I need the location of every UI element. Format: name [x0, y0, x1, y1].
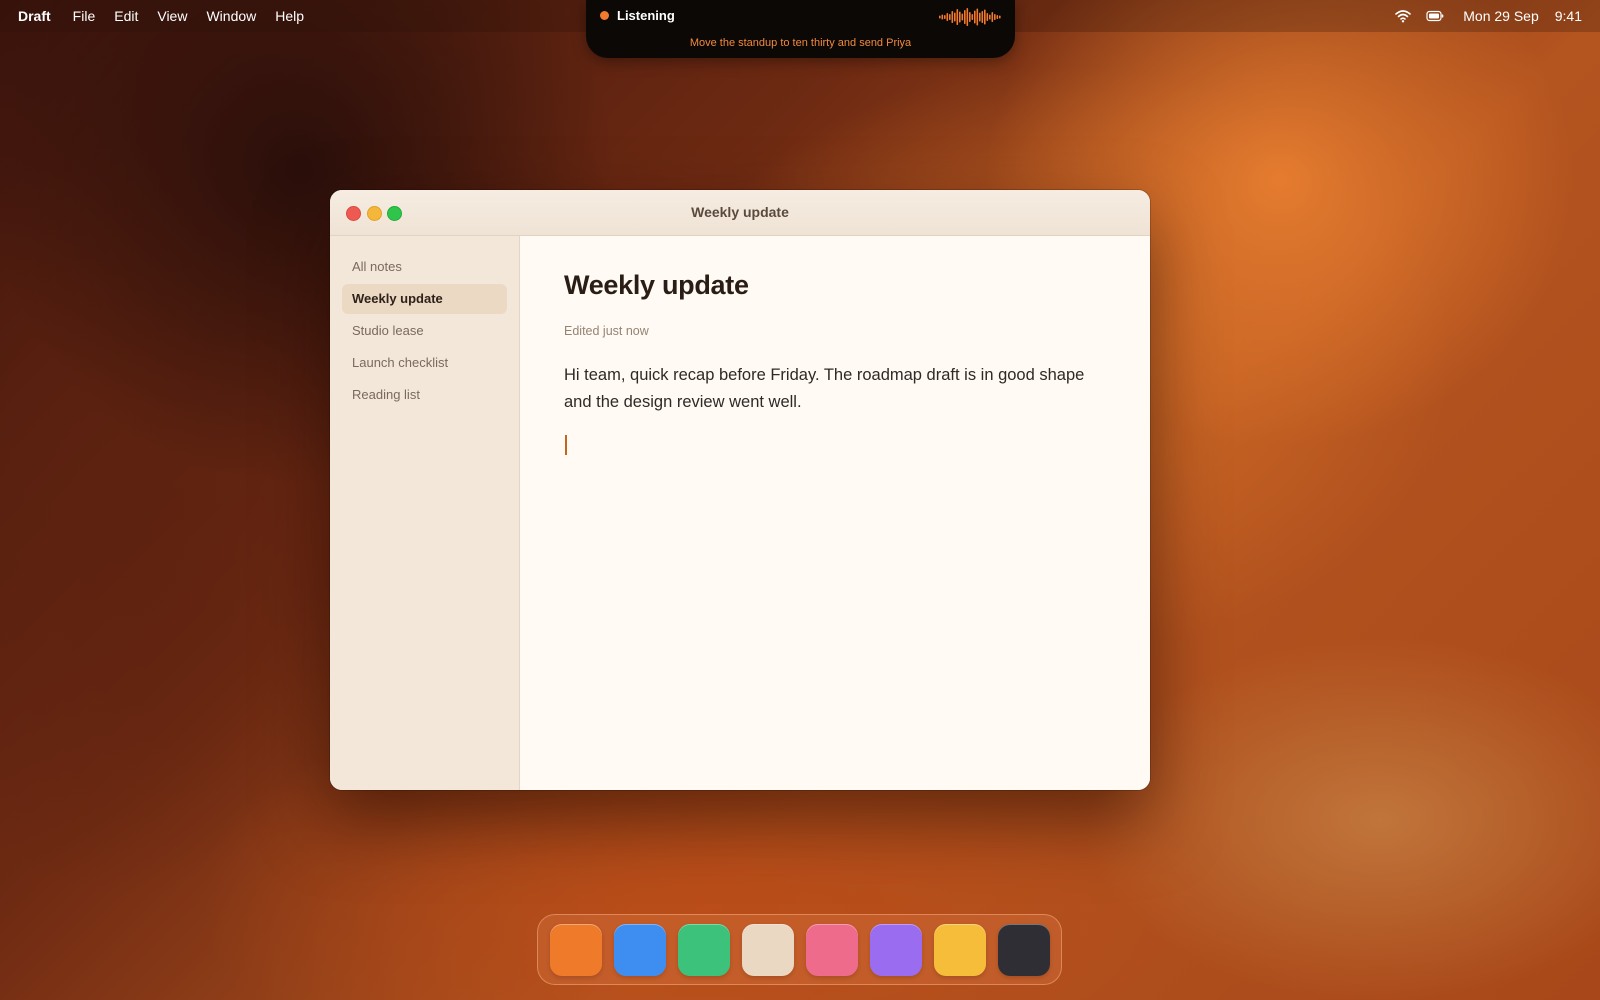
waveform-bar	[961, 13, 964, 21]
menu-edit[interactable]: Edit	[114, 8, 138, 24]
waveform-bar	[994, 14, 996, 20]
wifi-icon[interactable]	[1393, 6, 1413, 26]
menu-file[interactable]: File	[73, 8, 96, 24]
recording-dot-icon	[600, 11, 609, 20]
text-caret	[565, 435, 567, 455]
menu-bar-date[interactable]: Mon 29 Sep	[1463, 8, 1539, 24]
waveform-bar	[949, 14, 951, 20]
sidebar-item-launch-checklist[interactable]: Launch checklist	[342, 348, 507, 378]
waveform-bar	[979, 12, 981, 22]
waveform-bar	[954, 12, 956, 22]
minimize-button[interactable]	[367, 206, 382, 221]
waveform-bar	[956, 9, 959, 25]
zoom-button[interactable]	[387, 206, 402, 221]
menu-window[interactable]: Window	[206, 8, 256, 24]
waveform-bar	[944, 15, 946, 19]
waveform-bar	[959, 11, 961, 23]
yellow-app-icon[interactable]	[934, 924, 986, 976]
dark-app-icon[interactable]	[998, 924, 1050, 976]
menu-bar-time[interactable]: 9:41	[1555, 8, 1582, 24]
waveform-bar	[976, 8, 979, 26]
waveform-bar	[946, 13, 949, 21]
window-title: Weekly update	[691, 204, 789, 220]
blue-app-icon[interactable]	[614, 924, 666, 976]
title-bar[interactable]: Weekly update	[330, 190, 1150, 236]
close-button[interactable]	[346, 206, 361, 221]
cream-app-icon[interactable]	[742, 924, 794, 976]
note-editor[interactable]: Weekly update Edited just now Hi team, q…	[520, 236, 1150, 790]
waveform-bar	[996, 15, 999, 19]
waveform-bar	[999, 15, 1001, 19]
waveform-bar	[974, 10, 976, 24]
live-transcript: Move the standup to ten thirty and send …	[689, 37, 912, 49]
sidebar-item-weekly-update[interactable]: Weekly update	[342, 284, 507, 314]
waveform-bar	[971, 14, 974, 20]
sidebar: All notes Weekly update Studio lease Lau…	[330, 236, 520, 790]
waveform-bar	[951, 11, 954, 23]
app-menu-draft[interactable]: Draft	[18, 8, 51, 24]
waveform-bar	[964, 10, 966, 24]
waveform-bar	[939, 15, 941, 19]
green-app-icon[interactable]	[678, 924, 730, 976]
waveform-bar	[981, 11, 984, 23]
sidebar-item-studio-lease[interactable]: Studio lease	[342, 316, 507, 346]
menu-bar-left: Draft File Edit View Window Help	[0, 8, 323, 24]
menu-help[interactable]: Help	[275, 8, 304, 24]
sidebar-item-all-notes[interactable]: All notes	[342, 252, 507, 282]
note-body[interactable]: Hi team, quick recap before Friday. The …	[564, 362, 1114, 416]
waveform-bar	[969, 12, 971, 22]
waveform-bar	[966, 8, 969, 26]
waveform-bar	[991, 12, 994, 22]
waveform-icon	[939, 8, 1001, 26]
desktop: Draft File Edit View Window Help Mon 29 …	[0, 0, 1600, 1000]
listening-label: Listening	[617, 8, 675, 23]
waveform-bar	[941, 14, 944, 20]
waveform-bar	[984, 9, 986, 25]
listening-indicator[interactable]: Listening Move the standup to ten thirty…	[586, 0, 1015, 58]
waveform-bar	[986, 13, 989, 21]
menu-bar-right: Mon 29 Sep 9:41	[1393, 0, 1582, 32]
note-edited-status: Edited just now	[564, 324, 649, 338]
app-window: Weekly update All notes Weekly update St…	[330, 190, 1150, 790]
waveform-bar	[989, 14, 991, 20]
battery-icon[interactable]	[1425, 6, 1445, 26]
dock	[537, 914, 1062, 985]
orange-app-icon[interactable]	[550, 924, 602, 976]
purple-app-icon[interactable]	[870, 924, 922, 976]
note-title[interactable]: Weekly update	[564, 270, 749, 301]
pink-app-icon[interactable]	[806, 924, 858, 976]
menu-view[interactable]: View	[157, 8, 187, 24]
sidebar-item-reading-list[interactable]: Reading list	[342, 380, 507, 410]
